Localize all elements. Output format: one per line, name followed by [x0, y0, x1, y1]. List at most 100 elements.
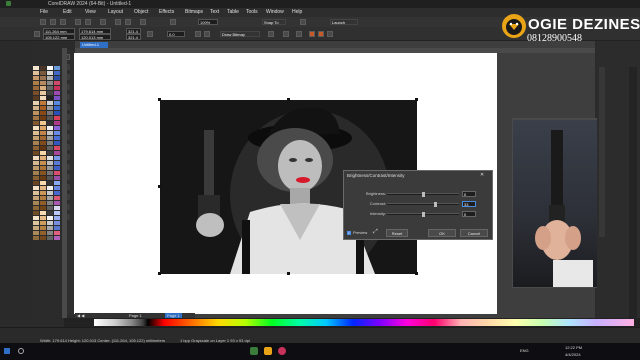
swatch[interactable] — [33, 136, 39, 140]
brightness-value[interactable]: 0 — [462, 191, 476, 197]
swatch[interactable] — [40, 146, 46, 150]
swatch[interactable] — [47, 211, 53, 215]
swatch[interactable] — [33, 141, 39, 145]
swatch[interactable] — [47, 76, 53, 80]
swatch[interactable] — [47, 161, 53, 165]
swatch[interactable] — [40, 211, 46, 215]
swatch[interactable] — [54, 186, 60, 190]
color-mode-icon[interactable] — [309, 31, 315, 37]
swatch[interactable] — [54, 216, 60, 220]
mirror-vertical-icon[interactable] — [204, 31, 210, 37]
swatch[interactable] — [40, 81, 46, 85]
clock-date[interactable]: 4/4/2024 — [565, 352, 581, 357]
coreldraw-taskbar-icon[interactable] — [250, 347, 258, 355]
swatch[interactable] — [40, 141, 46, 145]
launch-dropdown[interactable]: Launch — [330, 19, 358, 25]
swatch[interactable] — [54, 91, 60, 95]
swatch[interactable] — [40, 196, 46, 200]
swatch[interactable] — [47, 201, 53, 205]
swatch[interactable] — [47, 231, 53, 235]
edit-bitmap-icon[interactable] — [268, 31, 274, 37]
swatch[interactable] — [40, 226, 46, 230]
swatch[interactable] — [40, 71, 46, 75]
swatch[interactable] — [47, 121, 53, 125]
swatch[interactable] — [33, 161, 39, 165]
contrast-value[interactable]: 33 — [462, 201, 476, 207]
swatch[interactable] — [33, 206, 39, 210]
swatch[interactable] — [33, 116, 39, 120]
swatch[interactable] — [54, 161, 60, 165]
brightness-slider-knob[interactable] — [421, 192, 425, 197]
swatch[interactable] — [47, 146, 53, 150]
swatch[interactable] — [40, 96, 46, 100]
fullscreen-icon[interactable] — [170, 19, 176, 25]
swatch[interactable] — [54, 211, 60, 215]
swatch[interactable] — [40, 111, 46, 115]
swatch[interactable] — [47, 86, 53, 90]
redo-icon[interactable] — [85, 19, 91, 25]
resize-handle[interactable] — [415, 272, 418, 275]
swatch[interactable] — [47, 126, 53, 130]
swatch[interactable] — [40, 206, 46, 210]
resize-handle[interactable] — [415, 98, 418, 101]
swatch[interactable] — [47, 176, 53, 180]
export-icon[interactable] — [125, 19, 131, 25]
resize-handle[interactable] — [287, 98, 290, 101]
menu-edit[interactable]: Edit — [63, 9, 72, 15]
swatch[interactable] — [40, 216, 46, 220]
swatch[interactable] — [33, 231, 39, 235]
swatch[interactable] — [40, 151, 46, 155]
resize-handle[interactable] — [287, 272, 290, 275]
swatch[interactable] — [33, 101, 39, 105]
swatch[interactable] — [33, 176, 39, 180]
swatch[interactable] — [54, 71, 60, 75]
swatch[interactable] — [54, 171, 60, 175]
swatch[interactable] — [54, 226, 60, 230]
intensity-slider-knob[interactable] — [421, 212, 425, 217]
preview-checkbox[interactable]: ✓ — [347, 231, 351, 235]
swatch[interactable] — [33, 111, 39, 115]
snap-to-dropdown[interactable]: Snap To — [262, 19, 286, 25]
swatch[interactable] — [33, 86, 39, 90]
trace-bitmap-icon[interactable] — [283, 31, 289, 37]
swatch[interactable] — [54, 121, 60, 125]
menu-layout[interactable]: Layout — [108, 9, 123, 15]
swatch[interactable] — [40, 101, 46, 105]
swatch[interactable] — [47, 66, 53, 70]
cancel-button[interactable]: Cancel — [460, 229, 488, 237]
swatch[interactable] — [47, 196, 53, 200]
swatch[interactable] — [33, 236, 39, 240]
swatch[interactable] — [54, 151, 60, 155]
swatch[interactable] — [33, 166, 39, 170]
swatch[interactable] — [47, 101, 53, 105]
lock-ratio-icon[interactable] — [147, 31, 153, 37]
swatch[interactable] — [54, 196, 60, 200]
swatch[interactable] — [47, 106, 53, 110]
swatch[interactable] — [40, 191, 46, 195]
swatch[interactable] — [47, 156, 53, 160]
menu-bitmaps[interactable]: Bitmaps — [185, 9, 203, 15]
swatch[interactable] — [40, 106, 46, 110]
folder-taskbar-icon[interactable] — [264, 347, 272, 355]
swatch[interactable] — [40, 131, 46, 135]
swatch[interactable] — [33, 131, 39, 135]
swatch[interactable] — [33, 181, 39, 185]
swatch[interactable] — [54, 96, 60, 100]
swatch[interactable] — [54, 206, 60, 210]
menu-help[interactable]: Help — [292, 9, 302, 15]
swatch[interactable] — [54, 176, 60, 180]
swatch[interactable] — [47, 136, 53, 140]
menu-effects[interactable]: Effects — [159, 9, 174, 15]
import-icon[interactable] — [115, 19, 121, 25]
clock-time[interactable]: 12:22 PM — [565, 345, 582, 350]
bitmap-mode-dropdown[interactable]: Draw Bitmap — [220, 31, 260, 37]
swatch[interactable] — [54, 136, 60, 140]
swatch[interactable] — [47, 96, 53, 100]
swatch[interactable] — [47, 71, 53, 75]
menu-file[interactable]: File — [40, 9, 48, 15]
resize-handle[interactable] — [158, 272, 161, 275]
resize-handle[interactable] — [158, 98, 161, 101]
ok-button[interactable]: OK — [428, 229, 456, 237]
swatch[interactable] — [40, 181, 46, 185]
swatch[interactable] — [54, 126, 60, 130]
